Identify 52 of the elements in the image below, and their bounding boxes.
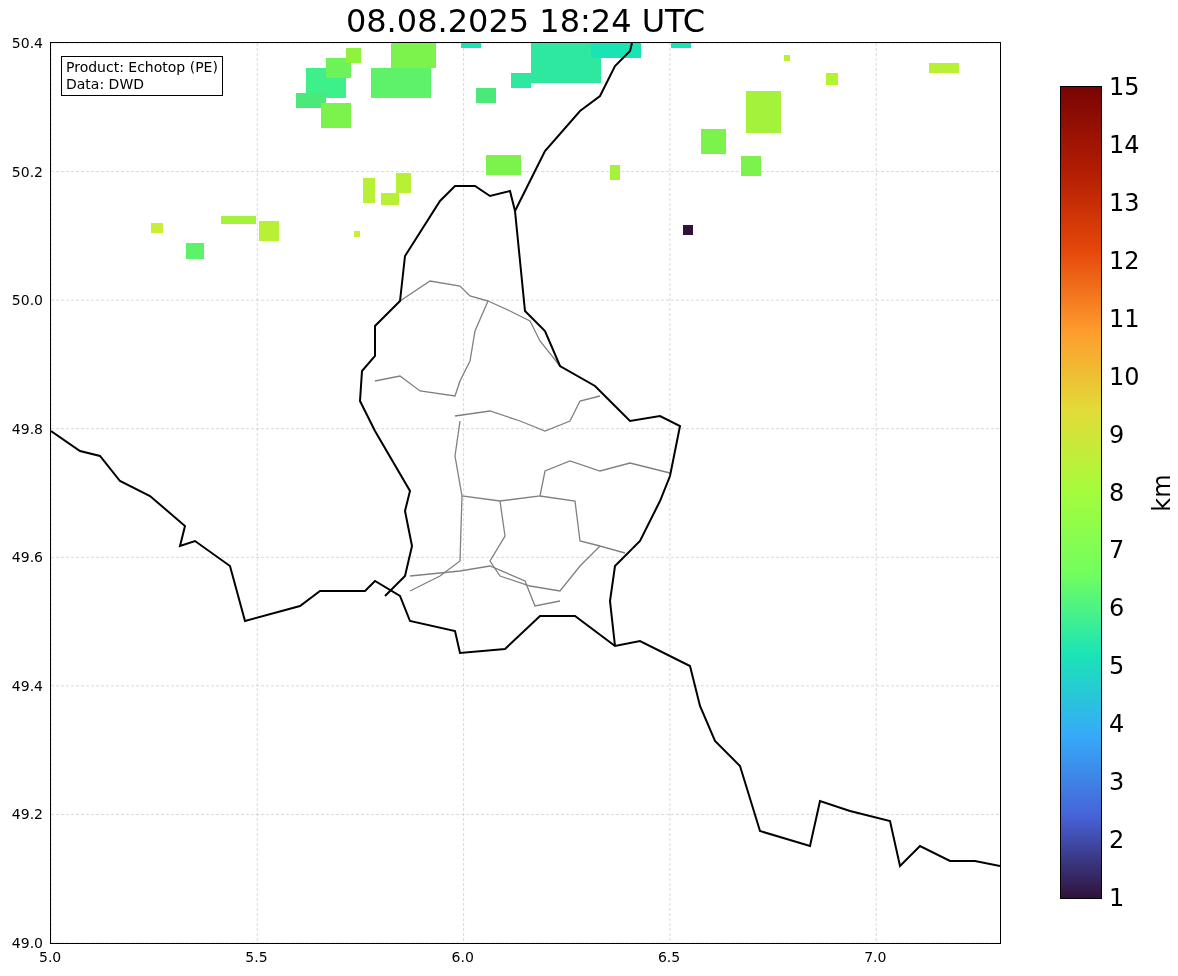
x-tick-label: 7.0	[864, 949, 887, 965]
radar-echo	[741, 156, 761, 176]
y-tick-label: 49.8	[11, 420, 43, 437]
radar-echo	[486, 155, 521, 175]
colorbar-tick-label: 4	[1109, 711, 1125, 738]
colorbar-tick-label: 1	[1109, 885, 1125, 911]
colorbar-tick-label: 13	[1109, 189, 1140, 216]
colorbar-tick-label: 9	[1109, 421, 1125, 448]
y-tick-label: 49.6	[11, 549, 43, 566]
radar-echo	[826, 73, 838, 85]
radar-echo	[784, 55, 790, 61]
colorbar-tick-label: 2	[1109, 827, 1125, 854]
radar-echo	[929, 63, 959, 73]
colorbar-tick-label: 5	[1109, 653, 1125, 680]
radar-echo	[221, 216, 256, 224]
radar-echo	[671, 43, 691, 48]
info-text: Data: DWD	[66, 76, 145, 93]
radar-echo	[186, 243, 204, 259]
radar-echo	[683, 225, 693, 235]
radar-echo	[371, 68, 431, 98]
colorbar-tick-label: 11	[1109, 305, 1140, 332]
colorbar-label: km	[1147, 474, 1176, 512]
radar-echo	[461, 43, 481, 48]
colorbar-tick-label: 8	[1109, 479, 1125, 506]
x-tick-label: 6.0	[451, 949, 474, 965]
y-tick-label: 49.2	[11, 806, 43, 823]
colorbar-tick-label: 3	[1109, 769, 1125, 796]
y-tick-label: 49.0	[11, 935, 43, 951]
colorbar-tick-label: 7	[1109, 537, 1125, 564]
colorbar-tick-label: 15	[1109, 74, 1140, 100]
colorbar-tick-label: 14	[1109, 131, 1140, 158]
colorbar-tick-label: 10	[1109, 363, 1140, 390]
x-tick-label: 6.5	[657, 949, 681, 965]
chart-title: 08.08.2025 18:24 UTC	[345, 2, 706, 40]
x-tick-label: 5.5	[245, 949, 268, 965]
radar-echo	[151, 223, 163, 233]
radar-echo	[363, 178, 375, 203]
radar-echo	[259, 221, 279, 241]
radar-echo	[476, 88, 496, 103]
x-tick-label: 5.0	[39, 949, 62, 965]
radar-echo	[354, 231, 360, 237]
radar-echo	[610, 165, 620, 180]
info-text: Product: Echotop (PE)	[66, 59, 218, 76]
colorbar-tick-label: 6	[1109, 595, 1125, 622]
y-tick-label: 50.0	[11, 292, 43, 309]
y-tick-label: 50.4	[11, 35, 43, 51]
y-tick-label: 49.4	[11, 677, 43, 694]
y-tick-label: 50.2	[11, 163, 43, 180]
radar-echo	[701, 129, 726, 154]
colorbar-tick-label: 12	[1109, 247, 1140, 274]
radar-echo	[746, 91, 781, 133]
radar-echo	[391, 43, 436, 68]
